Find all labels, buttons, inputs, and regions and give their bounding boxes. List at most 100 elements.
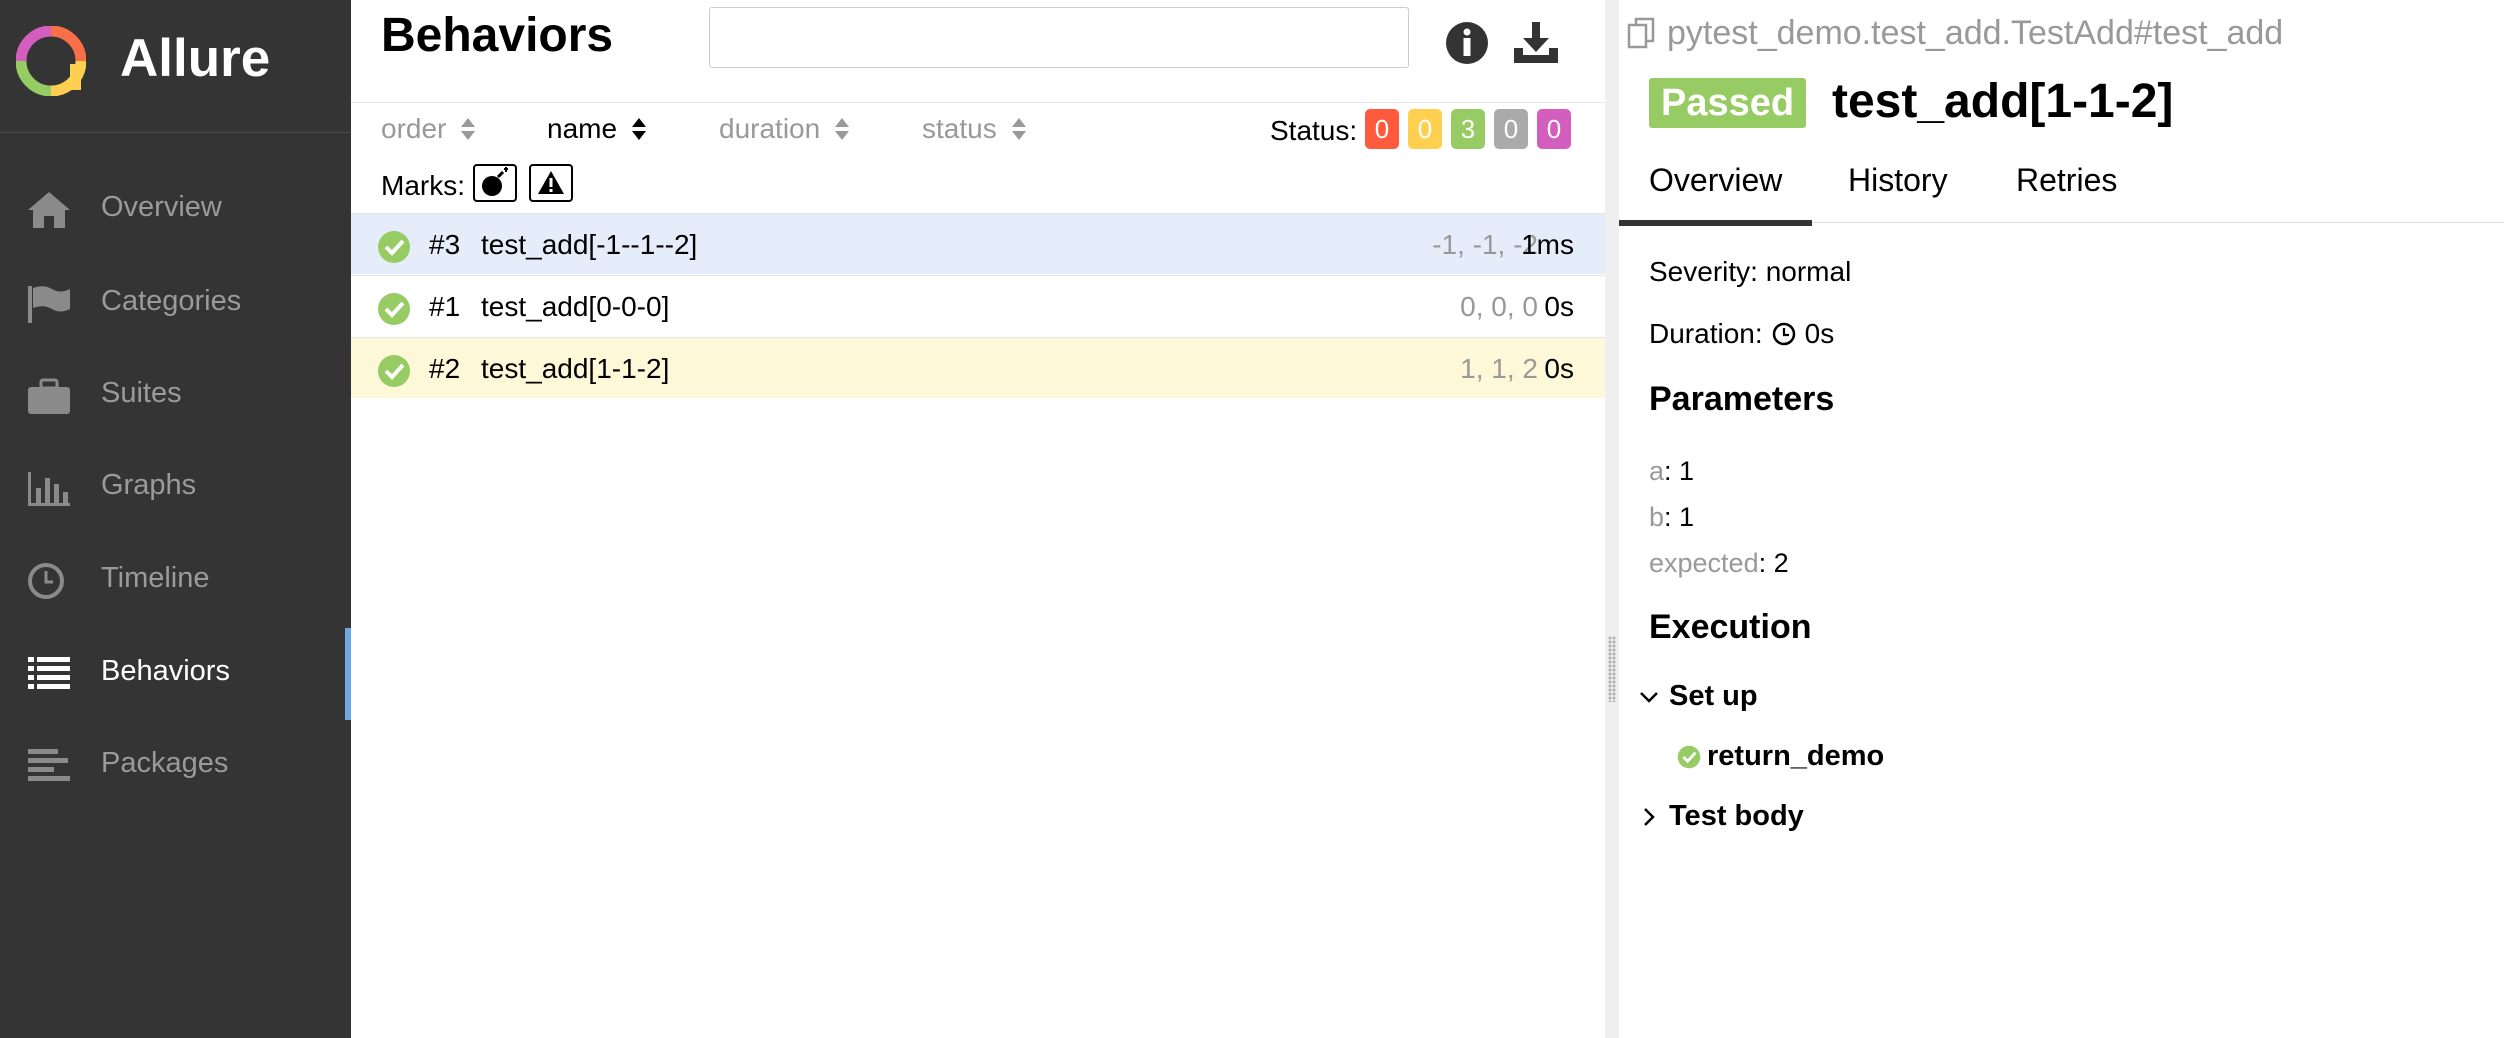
setup-step-name: return_demo: [1707, 740, 1885, 772]
sidebar: Allure Overview Categories Suites Graphs…: [0, 0, 351, 1038]
sort-arrows-icon: [632, 118, 647, 140]
tab-history[interactable]: History: [1848, 162, 1948, 220]
sort-name-button[interactable]: name: [547, 113, 647, 145]
drag-handle[interactable]: [1608, 636, 1616, 702]
sidebar-item-timeline[interactable]: Timeline: [0, 535, 351, 627]
sidebar-item-label: Packages: [101, 747, 229, 779]
check-circle-icon: [378, 355, 410, 387]
chevron-right-icon: [1644, 807, 1655, 826]
breadcrumb-text: pytest_demo.test_add.TestAdd#test_add: [1667, 14, 2284, 52]
sort-status-button[interactable]: status: [922, 113, 1027, 145]
duration-label: Duration:: [1649, 318, 1763, 349]
home-icon: [28, 192, 70, 228]
marks-row: Marks:: [351, 162, 1605, 210]
tree-row[interactable]: #2 test_add[1-1-2] 1, 1, 2 0s: [351, 337, 1605, 398]
sort-label: duration: [719, 113, 821, 144]
align-left-icon: [28, 749, 70, 781]
briefcase-icon: [28, 378, 70, 414]
parameter-key: a: [1649, 456, 1665, 486]
row-number: #1: [429, 291, 461, 322]
sort-arrows-icon: [461, 118, 476, 140]
parameter-key: b: [1649, 502, 1665, 532]
sidebar-item-overview[interactable]: Overview: [0, 164, 351, 256]
sort-arrows-icon: [1011, 118, 1026, 140]
copy-icon[interactable]: [1627, 17, 1657, 51]
sort-arrows-icon: [835, 118, 850, 140]
parameter-value: 2: [1773, 548, 1789, 578]
row-params: 1, 1, 2: [1460, 353, 1538, 384]
sidebar-item-behaviors[interactable]: Behaviors: [0, 628, 351, 720]
pane-splitter[interactable]: [1605, 0, 1619, 1038]
setup-section-toggle[interactable]: Set up: [1639, 680, 1758, 713]
status-broken-badge[interactable]: 0: [1408, 109, 1442, 149]
row-name: test_add[-1--1--2]: [481, 229, 698, 260]
status-failed-badge[interactable]: 0: [1365, 109, 1399, 149]
execution-heading: Execution: [1649, 608, 1812, 646]
check-circle-icon: [378, 293, 410, 325]
row-name: test_add[0-0-0]: [481, 291, 670, 322]
flag-icon: [28, 286, 70, 323]
test-detail-pane: pytest_demo.test_add.TestAdd#test_add Pa…: [1619, 0, 2504, 1038]
parameter-row: b: 1: [1649, 502, 1695, 532]
sort-label: order: [381, 113, 447, 144]
sidebar-item-label: Categories: [101, 285, 242, 317]
sort-label: status: [922, 113, 997, 144]
sidebar-item-suites[interactable]: Suites: [0, 350, 351, 442]
test-body-section-toggle[interactable]: Test body: [1639, 800, 1804, 833]
status-badge: Passed: [1649, 78, 1807, 128]
info-icon[interactable]: [1442, 18, 1492, 68]
sort-bar: order name duration status Status: 0 0 3…: [351, 102, 1605, 161]
check-circle-icon: [1677, 745, 1701, 768]
sidebar-item-label: Overview: [101, 191, 222, 223]
row-params: 0, 0, 0: [1460, 291, 1538, 322]
flaky-mark-button[interactable]: [473, 164, 517, 202]
duration-row: Duration: 0s: [1649, 318, 1834, 350]
bomb-icon: [482, 167, 508, 196]
status-skipped-badge[interactable]: 0: [1494, 109, 1528, 149]
tab-retries[interactable]: Retries: [2016, 162, 2117, 220]
test-body-label: Test body: [1669, 800, 1804, 832]
parameter-key: expected: [1649, 548, 1759, 578]
sort-duration-button[interactable]: duration: [719, 113, 850, 145]
parameter-row: expected: 2: [1649, 548, 1789, 578]
list-icon: [28, 657, 70, 689]
new-failed-mark-button[interactable]: [529, 164, 573, 202]
sidebar-item-label: Timeline: [101, 562, 210, 594]
chevron-down-icon: [1640, 691, 1658, 703]
sidebar-item-categories[interactable]: Categories: [0, 258, 351, 350]
row-duration: 1ms: [1521, 229, 1574, 260]
sidebar-item-graphs[interactable]: Graphs: [0, 442, 351, 534]
parameter-row: a: 1: [1649, 456, 1695, 486]
download-icon[interactable]: [1511, 18, 1561, 68]
row-duration: 0s: [1544, 353, 1574, 384]
brand-name: Allure: [120, 29, 271, 88]
severity-text: Severity: normal: [1649, 256, 1852, 287]
tree-row[interactable]: #3 test_add[-1--1--2] -1, -1, -2 1ms: [351, 213, 1605, 274]
duration-value: 0s: [1804, 318, 1835, 349]
status-unknown-badge[interactable]: 0: [1537, 109, 1571, 149]
page-title: Behaviors: [381, 9, 614, 62]
setup-label: Set up: [1669, 680, 1758, 712]
search-input[interactable]: [709, 7, 1409, 68]
sidebar-item-label: Graphs: [101, 469, 197, 501]
sort-order-button[interactable]: order: [381, 113, 476, 145]
parameter-value: 1: [1679, 456, 1695, 486]
sidebar-item-packages[interactable]: Packages: [0, 720, 351, 812]
setup-step[interactable]: return_demo: [1677, 740, 1884, 773]
clock-icon: [28, 563, 64, 599]
row-number: #3: [429, 229, 461, 260]
row-name: test_add[1-1-2]: [481, 353, 670, 384]
detail-tabs: Overview History Retries: [1619, 150, 2504, 226]
test-title: test_add[1-1-2]: [1832, 75, 2174, 128]
clock-icon: [1772, 322, 1795, 346]
status-passed-badge[interactable]: 3: [1451, 109, 1485, 149]
tree-row[interactable]: #1 test_add[0-0-0] 0, 0, 0 0s: [351, 275, 1605, 336]
status-filter-label: Status:: [1270, 115, 1358, 146]
allure-logo-icon: [16, 26, 86, 96]
sidebar-item-label: Behaviors: [101, 655, 230, 687]
tab-overview[interactable]: Overview: [1619, 162, 1813, 226]
brand[interactable]: Allure: [0, 0, 351, 133]
behaviors-tree-pane: Behaviors order name duration status Sta…: [351, 0, 1605, 1038]
parameters-heading: Parameters: [1649, 380, 1835, 418]
marks-label: Marks:: [381, 170, 465, 201]
